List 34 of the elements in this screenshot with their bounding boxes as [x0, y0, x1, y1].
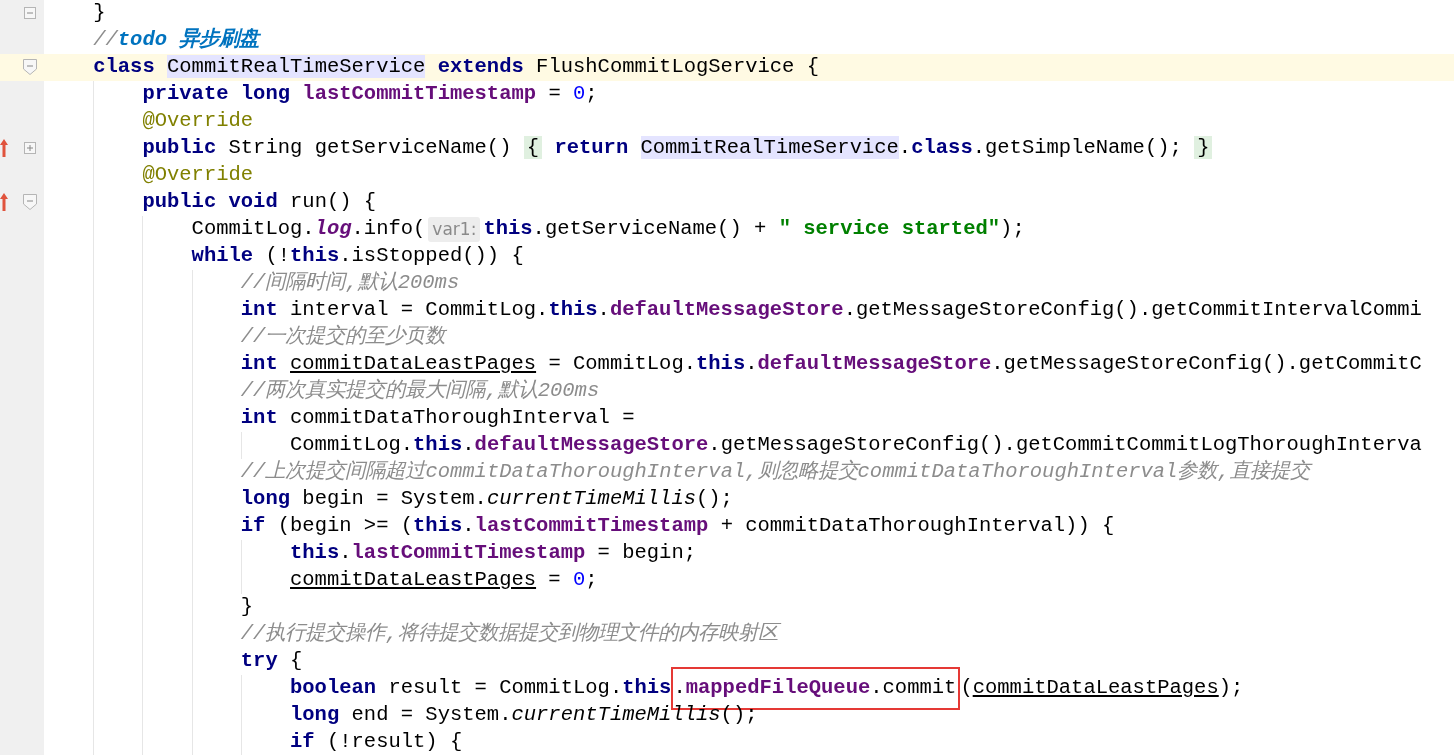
- code-text: this.getServiceName() + " service started");: [483, 216, 1025, 243]
- code-line: while (!this.isStopped()) {: [191, 243, 524, 270]
- code-line: //两次真实提交的最大间隔,默认200ms: [240, 378, 600, 405]
- code-line: @Override: [142, 108, 254, 135]
- code-line: public void run() {: [142, 189, 377, 216]
- code-line: }: [240, 594, 254, 621]
- code-line: int commitDataLeastPages = CommitLog.this.defaultMessageStore.getMessageStoreConfig().getCommitC: [240, 351, 1422, 378]
- code-line: //一次提交的至少页数: [240, 324, 446, 351]
- fold-icon[interactable]: [23, 59, 37, 76]
- code-line: private long lastCommitTimestamp = 0;: [142, 81, 598, 108]
- code-line: int commitDataThoroughInterval =: [240, 405, 635, 432]
- code-text: CommitLog.log.info(: [191, 216, 426, 243]
- code-text: boolean result = CommitLog.this: [290, 675, 672, 702]
- code-line: try {: [240, 648, 303, 675]
- arrow-up-icon[interactable]: [0, 139, 8, 158]
- code-text: (commitDataLeastPages);: [960, 675, 1244, 702]
- parameter-hint: var1:: [428, 216, 481, 243]
- code-line: @Override: [142, 162, 254, 189]
- fold-icon[interactable]: [23, 194, 37, 211]
- code-line: this.lastCommitTimestamp = begin;: [290, 540, 696, 567]
- code-line: long begin = System.currentTimeMillis();: [240, 486, 733, 513]
- code-line: commitDataLeastPages = 0;: [290, 567, 598, 594]
- expand-icon[interactable]: [24, 142, 36, 155]
- arrow-up-icon[interactable]: [0, 193, 8, 212]
- code-line: //间隔时间,默认200ms: [240, 270, 460, 297]
- code-line: if (!result) {: [290, 729, 463, 755]
- code-line: CommitLog.this.defaultMessageStore.getMessageStoreConfig().getCommitCommitLogThoroughInterva: [290, 432, 1422, 459]
- code-line: }: [93, 0, 106, 27]
- code-line: int interval = CommitLog.this.defaultMessageStore.getMessageStoreConfig().getCommitIntervalCommi: [240, 297, 1422, 324]
- code-line: class CommitRealTimeService extends FlushCommitLogService {: [93, 54, 820, 81]
- code-line: //todo 异步刷盘: [93, 26, 260, 54]
- code-line: public String getServiceName() { return CommitRealTimeService.class.getSimpleName(); }: [142, 133, 1213, 164]
- code-line: if (begin >= (this.lastCommitTimestamp + commitDataThoroughInterval)) {: [240, 513, 1115, 540]
- collapse-icon[interactable]: [24, 7, 36, 20]
